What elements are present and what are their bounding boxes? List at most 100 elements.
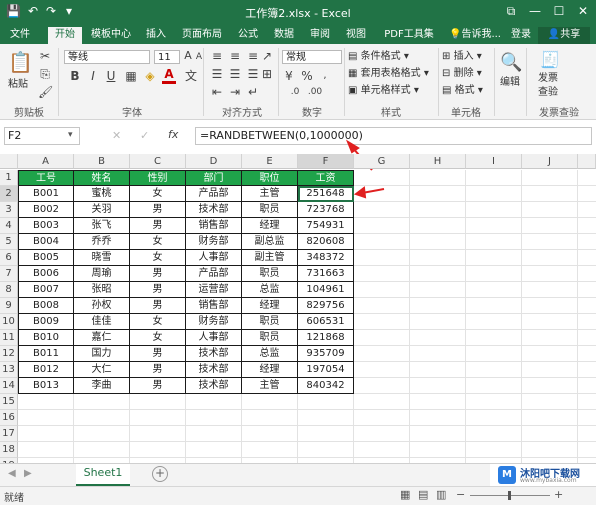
- table-cell[interactable]: 经理: [242, 362, 298, 378]
- grid-cell[interactable]: [522, 410, 578, 426]
- table-cell[interactable]: 职员: [242, 314, 298, 330]
- grid-cell[interactable]: [466, 234, 522, 250]
- table-cell[interactable]: 销售部: [186, 298, 242, 314]
- grid-cell[interactable]: [466, 442, 522, 458]
- grid-cell[interactable]: [466, 218, 522, 234]
- table-cell[interactable]: 财务部: [186, 234, 242, 250]
- table-cell[interactable]: 男: [130, 298, 186, 314]
- table-cell[interactable]: 女: [130, 250, 186, 266]
- grid-cell[interactable]: [410, 218, 466, 234]
- grid-cell[interactable]: [354, 346, 410, 362]
- table-cell[interactable]: 佳佳: [74, 314, 130, 330]
- table-cell[interactable]: B001: [18, 186, 74, 202]
- grid-cell[interactable]: [410, 170, 466, 186]
- grid-cell[interactable]: [354, 266, 410, 282]
- column-header-d[interactable]: D: [186, 154, 242, 169]
- grid-cell[interactable]: [130, 410, 186, 426]
- table-cell[interactable]: 男: [130, 378, 186, 394]
- table-header-cell[interactable]: 性别: [130, 170, 186, 186]
- row-header[interactable]: 5: [0, 234, 18, 250]
- grid-cell[interactable]: [354, 426, 410, 442]
- table-cell[interactable]: 技术部: [186, 378, 242, 394]
- table-cell[interactable]: 女: [130, 186, 186, 202]
- column-header-g[interactable]: G: [354, 154, 410, 169]
- table-cell[interactable]: B007: [18, 282, 74, 298]
- grid-cell[interactable]: [354, 394, 410, 410]
- table-cell[interactable]: 运营部: [186, 282, 242, 298]
- grid-cell[interactable]: [466, 410, 522, 426]
- column-header-b[interactable]: B: [74, 154, 130, 169]
- table-cell[interactable]: 829756: [298, 298, 354, 314]
- grid-cell[interactable]: [410, 362, 466, 378]
- grid-cell[interactable]: [578, 426, 596, 442]
- grid-cell[interactable]: [578, 298, 596, 314]
- grid-cell[interactable]: [354, 378, 410, 394]
- grid-cell[interactable]: [410, 378, 466, 394]
- table-cell[interactable]: 731663: [298, 266, 354, 282]
- table-cell[interactable]: 孙权: [74, 298, 130, 314]
- table-cell[interactable]: 723768: [298, 202, 354, 218]
- grid-cell[interactable]: [298, 394, 354, 410]
- table-cell[interactable]: 乔乔: [74, 234, 130, 250]
- grid-cell[interactable]: [466, 346, 522, 362]
- grid-cell[interactable]: [186, 394, 242, 410]
- table-cell[interactable]: 销售部: [186, 218, 242, 234]
- grid-cell[interactable]: [578, 378, 596, 394]
- grid-cell[interactable]: [522, 442, 578, 458]
- grid-cell[interactable]: [522, 218, 578, 234]
- grid-cell[interactable]: [18, 394, 74, 410]
- table-cell[interactable]: 人事部: [186, 250, 242, 266]
- table-cell[interactable]: 840342: [298, 378, 354, 394]
- table-cell[interactable]: 经理: [242, 298, 298, 314]
- grid-cell[interactable]: [466, 186, 522, 202]
- grid-cell[interactable]: [410, 426, 466, 442]
- table-cell[interactable]: 嘉仁: [74, 330, 130, 346]
- grid-cell[interactable]: [578, 394, 596, 410]
- grid-cell[interactable]: [410, 314, 466, 330]
- table-cell[interactable]: 606531: [298, 314, 354, 330]
- table-cell[interactable]: B008: [18, 298, 74, 314]
- column-header-e[interactable]: E: [242, 154, 298, 169]
- grid-cell[interactable]: [410, 330, 466, 346]
- table-cell[interactable]: 820608: [298, 234, 354, 250]
- table-cell[interactable]: 产品部: [186, 186, 242, 202]
- table-cell[interactable]: 男: [130, 218, 186, 234]
- row-header[interactable]: 13: [0, 362, 18, 378]
- grid-cell[interactable]: [578, 282, 596, 298]
- table-cell[interactable]: 关羽: [74, 202, 130, 218]
- table-cell[interactable]: B005: [18, 250, 74, 266]
- row-header[interactable]: 15: [0, 394, 18, 410]
- grid-cell[interactable]: [466, 170, 522, 186]
- grid-cell[interactable]: [522, 186, 578, 202]
- grid-cell[interactable]: [410, 394, 466, 410]
- worksheet-grid[interactable]: 1 工号 姓名 性别 部门 职位 工资 2 B001 蜜桃女产品部 主管 251648 3 B002 关羽男…: [0, 170, 596, 463]
- table-cell[interactable]: B010: [18, 330, 74, 346]
- grid-cell[interactable]: [522, 234, 578, 250]
- grid-cell[interactable]: [522, 314, 578, 330]
- table-header-cell[interactable]: 部门: [186, 170, 242, 186]
- table-cell[interactable]: 职员: [242, 266, 298, 282]
- table-cell[interactable]: B013: [18, 378, 74, 394]
- table-cell[interactable]: 职员: [242, 330, 298, 346]
- table-cell[interactable]: 男: [130, 202, 186, 218]
- grid-cell[interactable]: [18, 410, 74, 426]
- table-cell[interactable]: 348372: [298, 250, 354, 266]
- table-cell[interactable]: 张飞: [74, 218, 130, 234]
- grid-cell[interactable]: [522, 170, 578, 186]
- grid-cell[interactable]: [410, 282, 466, 298]
- grid-cell[interactable]: [354, 186, 410, 202]
- grid-cell[interactable]: [466, 250, 522, 266]
- table-cell[interactable]: 197054: [298, 362, 354, 378]
- table-cell[interactable]: 女: [130, 314, 186, 330]
- zoom-in-icon[interactable]: +: [554, 488, 563, 501]
- table-cell[interactable]: 754931: [298, 218, 354, 234]
- table-cell[interactable]: 产品部: [186, 266, 242, 282]
- grid-cell[interactable]: [410, 250, 466, 266]
- grid-cell[interactable]: [466, 314, 522, 330]
- table-cell[interactable]: 总监: [242, 346, 298, 362]
- table-cell[interactable]: 职员: [242, 202, 298, 218]
- grid-cell[interactable]: [354, 202, 410, 218]
- table-cell[interactable]: B004: [18, 234, 74, 250]
- grid-cell[interactable]: [74, 426, 130, 442]
- grid-cell[interactable]: [298, 426, 354, 442]
